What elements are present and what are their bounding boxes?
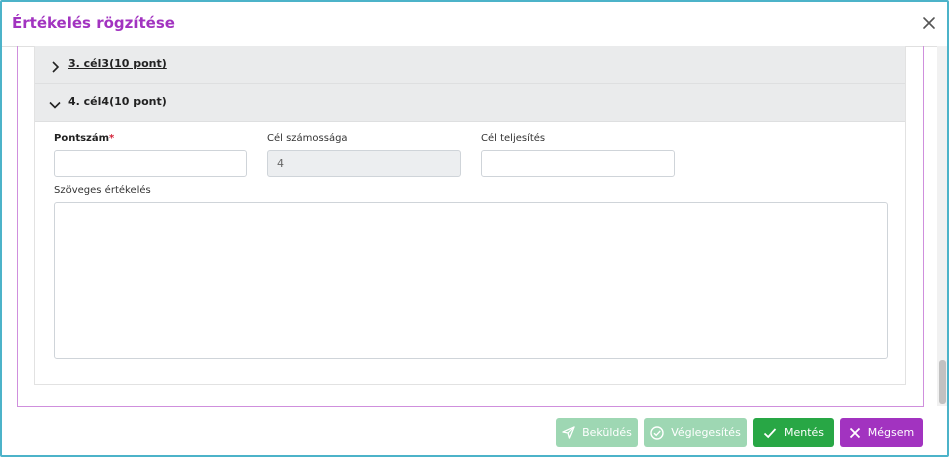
check-circle-icon [650,425,664,440]
dialog-body: 3. cél3(10 pont) 4. cél4(10 pont) Pontsz… [17,46,924,407]
finalize-button[interactable]: Véglegesítés [644,418,747,447]
goal-count-input [267,150,461,177]
close-icon [849,427,860,438]
score-label: Pontszám* [54,133,114,144]
chevron-down-icon [49,96,61,109]
dialog-title: Értékelés rögzítése [12,14,175,32]
finalize-button-label: Véglegesítés [671,426,741,439]
goal-completion-input[interactable] [481,150,675,177]
cancel-button[interactable]: Mégsem [840,418,923,447]
goal-card: 3. cél3(10 pont) 4. cél4(10 pont) Pontsz… [34,46,906,385]
accordion-item-goal4[interactable]: 4. cél4(10 pont) [35,84,905,122]
goal-completion-label: Cél teljesítés [481,133,546,144]
check-icon [763,427,777,438]
score-input[interactable] [54,150,247,177]
cancel-button-label: Mégsem [867,426,915,439]
goal-count-label: Cél számossága [267,133,348,144]
accordion-label-goal4[interactable]: 4. cél4(10 pont) [68,95,167,108]
text-eval-label: Szöveges értékelés [54,185,151,196]
send-button[interactable]: Beküldés [556,418,638,447]
required-mark: * [109,133,115,144]
accordion-label-goal3[interactable]: 3. cél3(10 pont) [68,57,167,70]
scrollbar-thumb[interactable] [939,360,946,404]
scrollbar-track[interactable] [937,46,947,406]
dialog-window: Értékelés rögzítése 3. cél3(10 pont) 4. … [0,0,949,457]
accordion-item-goal3[interactable]: 3. cél3(10 pont) [35,46,905,84]
close-icon[interactable] [921,15,937,31]
score-label-text: Pontszám [54,133,110,144]
save-button-label: Mentés [783,426,825,439]
text-eval-textarea[interactable] [54,202,888,359]
chevron-right-icon [49,58,61,73]
save-button[interactable]: Mentés [753,418,834,447]
paper-plane-icon [562,426,575,439]
send-button-label: Beküldés [582,426,632,439]
dialog-header: Értékelés rögzítése [2,2,947,47]
